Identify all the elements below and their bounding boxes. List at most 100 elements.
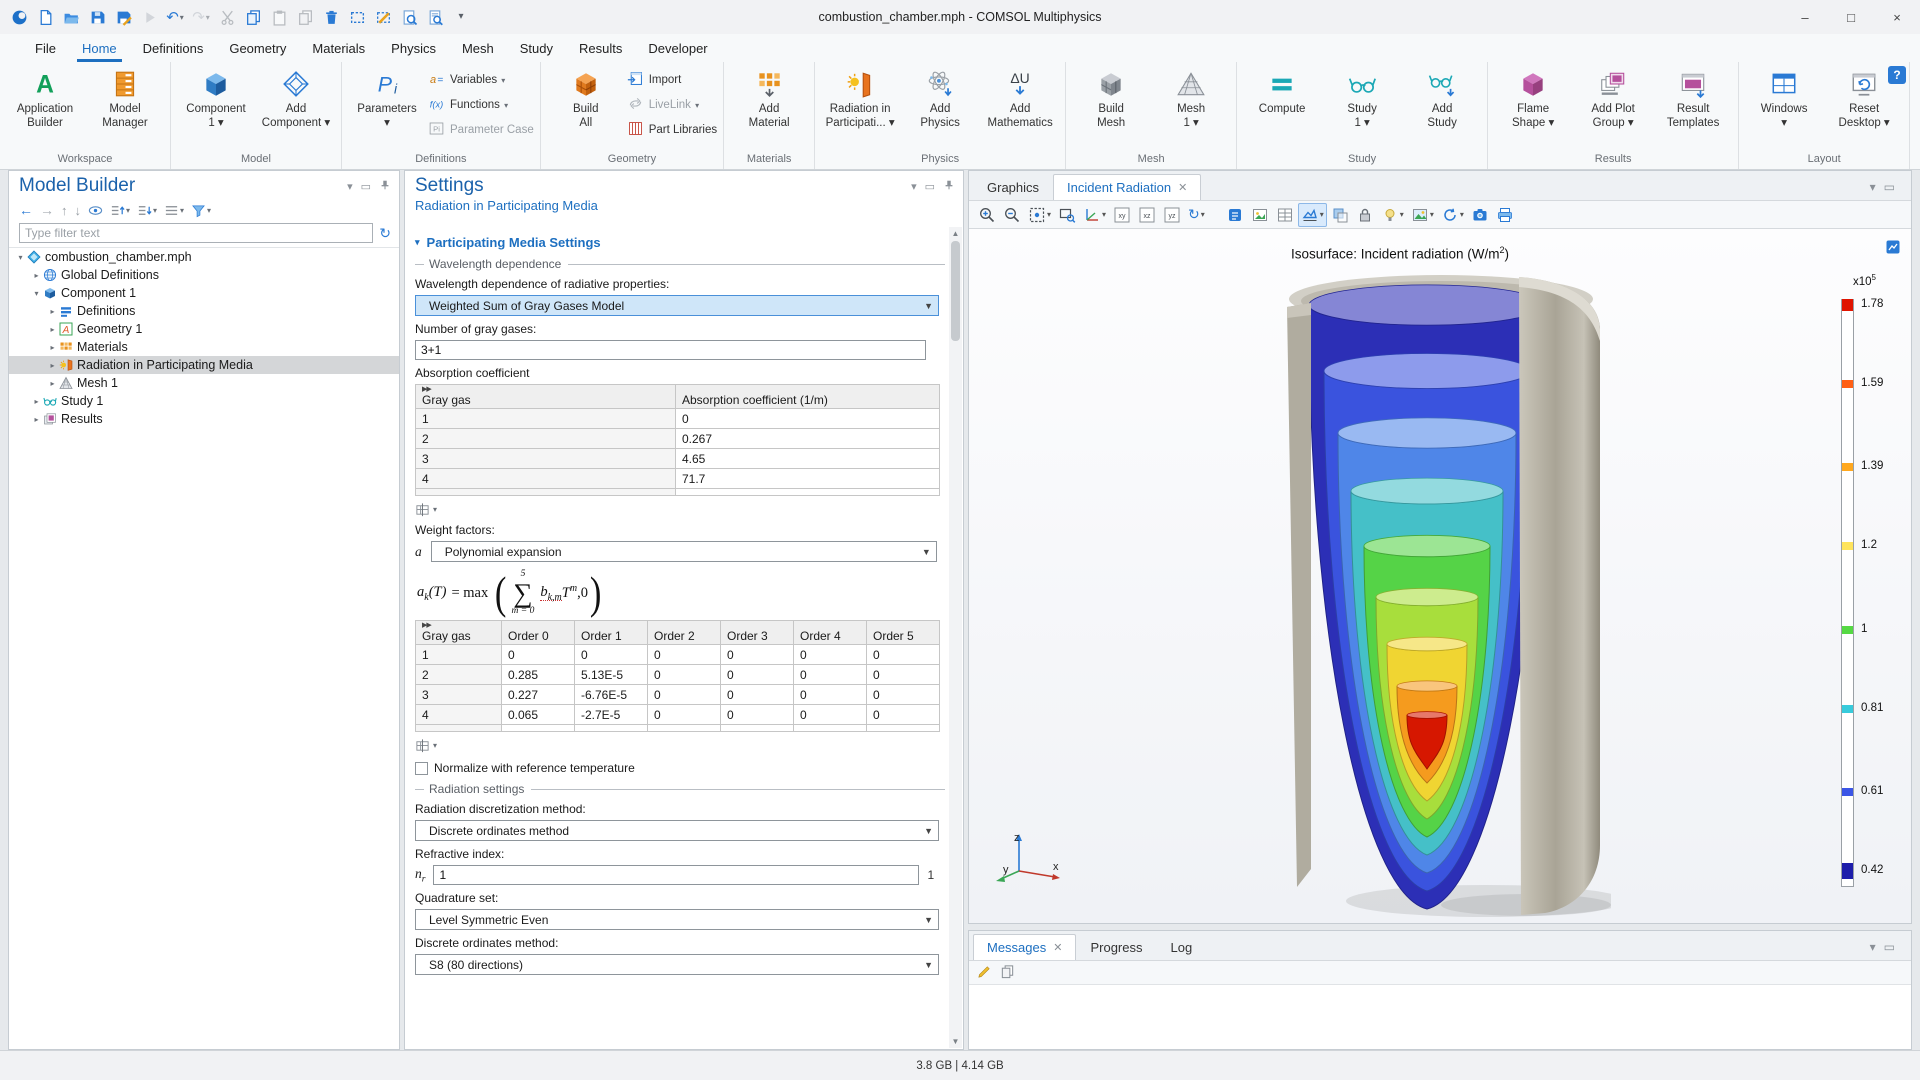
ribbon-build-all-button[interactable]: BuildAll <box>547 66 625 131</box>
column-header-order-5[interactable]: Order 5 <box>867 621 940 645</box>
plot-properties-icon[interactable] <box>1885 239 1901 255</box>
ribbon-parameters-button[interactable]: PiParameters▾ <box>348 66 426 131</box>
camera-snapshot-icon[interactable] <box>1468 203 1492 227</box>
move-up-icon[interactable]: ↑ <box>61 203 68 218</box>
nav-forward-icon[interactable]: → <box>40 202 54 218</box>
menu-tab-results[interactable]: Results <box>566 34 635 62</box>
ribbon-variables-button[interactable]: a=Variables ▾ <box>428 70 534 90</box>
ribbon-add-component-button[interactable]: AddComponent ▾ <box>257 66 335 131</box>
column-header-absorption-coefficient-1-m[interactable]: Absorption coefficient (1/m) <box>676 385 940 409</box>
tree-node-results[interactable]: ▸Results <box>9 410 399 428</box>
filter-icon[interactable]: ▾ <box>191 203 211 218</box>
table-view-icon[interactable] <box>1273 203 1297 227</box>
ribbon-flame-shape-button[interactable]: FlameShape ▾ <box>1494 66 1572 131</box>
graphics-tab-incident-radiation[interactable]: Incident Radiation✕ <box>1053 174 1201 200</box>
table-row[interactable]: 40.065-2.7E-50000 <box>416 705 940 725</box>
ribbon-radiation-rpm-button[interactable]: Radiation inParticipati... ▾ <box>821 66 899 131</box>
filter-refresh-icon[interactable]: ↻ <box>379 225 391 242</box>
discretization-method-select[interactable]: Discrete ordinates method ▼ <box>415 820 939 841</box>
chevron-right-icon[interactable]: ▸ <box>47 343 58 352</box>
node-grouping-icon[interactable]: ▾ <box>164 203 184 218</box>
isosurface-3d-scene[interactable] <box>1281 269 1611 921</box>
column-header-order-0[interactable]: Order 0 <box>502 621 575 645</box>
ribbon-result-templates-button[interactable]: ResultTemplates <box>1654 66 1732 131</box>
ribbon-add-material-button[interactable]: AddMaterial <box>730 66 808 131</box>
view-mode-icon[interactable]: ▾ <box>1298 203 1327 227</box>
chevron-right-icon[interactable]: ▸ <box>47 307 58 316</box>
transparency-icon[interactable] <box>1328 203 1352 227</box>
new-file-icon[interactable] <box>34 6 56 28</box>
show-icon[interactable] <box>88 203 103 218</box>
table-row[interactable]: 471.7 <box>416 469 940 489</box>
panel-collapse-icon[interactable]: ▾ <box>1870 180 1876 194</box>
chevron-down-icon[interactable]: ▾ <box>31 289 42 298</box>
settings-scrollbar[interactable]: ▲ ▼ <box>949 227 962 1048</box>
ribbon-import-icon-button[interactable]: Import <box>627 70 717 90</box>
ribbon-part-libraries-button[interactable]: Part Libraries <box>627 120 717 140</box>
search-doc-icon[interactable] <box>424 6 446 28</box>
view-xz-icon[interactable]: xz <box>1135 203 1159 227</box>
lock-view-icon[interactable] <box>1353 203 1377 227</box>
normalize-checkbox[interactable] <box>415 762 428 775</box>
ordinates-method-select[interactable]: S8 (80 directions) ▼ <box>415 954 939 975</box>
panel-float-icon[interactable]: ▭ <box>925 180 935 193</box>
ribbon-component-button[interactable]: Component1 ▾ <box>177 66 255 131</box>
panel-float-icon[interactable]: ▭ <box>1884 940 1895 954</box>
scene-light-icon[interactable]: ▾ <box>1378 203 1407 227</box>
ribbon-add-plot-group-button[interactable]: Add PlotGroup ▾ <box>1574 66 1652 131</box>
copy-messages-icon[interactable] <box>1000 964 1015 982</box>
ribbon-livelink-button[interactable]: LiveLink ▾ <box>627 95 717 115</box>
tree-node-radiation-in-participating-media[interactable]: ▸Radiation in Participating Media <box>9 356 399 374</box>
table-toolbar-button[interactable]: ▾ <box>415 502 945 517</box>
column-header-order-2[interactable]: Order 2 <box>648 621 721 645</box>
chevron-right-icon[interactable]: ▸ <box>47 361 58 370</box>
undo-icon[interactable]: ↶▾ <box>164 6 186 28</box>
messages-tab-log[interactable]: Log <box>1157 934 1207 960</box>
chevron-down-icon[interactable]: ▾ <box>15 253 26 262</box>
update-scene-icon[interactable]: ▾ <box>1438 203 1467 227</box>
menu-tab-home[interactable]: Home <box>69 34 130 62</box>
ribbon-add-math-button[interactable]: ΔUAddMathematics <box>981 66 1059 131</box>
plot-area[interactable]: Isosurface: Incident radiation (W/m2) zy… <box>969 229 1911 923</box>
quadrature-set-select[interactable]: Level Symmetric Even ▼ <box>415 909 939 930</box>
table-toolbar-button[interactable]: ▾ <box>415 738 945 753</box>
comsol-logo-icon[interactable] <box>8 6 30 28</box>
table-row[interactable]: 34.65 <box>416 449 940 469</box>
delete-icon[interactable] <box>320 6 342 28</box>
chevron-right-icon[interactable]: ▸ <box>47 325 58 334</box>
zoom-selected-icon[interactable] <box>398 6 420 28</box>
menu-tab-physics[interactable]: Physics <box>378 34 449 62</box>
table-row[interactable]: 30.227-6.76E-50000 <box>416 685 940 705</box>
ribbon-build-mesh-button[interactable]: BuildMesh <box>1072 66 1150 131</box>
close-icon[interactable]: ✕ <box>1178 181 1187 194</box>
collapse-all-icon[interactable]: ▾ <box>137 203 157 218</box>
menu-tab-definitions[interactable]: Definitions <box>130 34 217 62</box>
copy-icon[interactable] <box>242 6 264 28</box>
minimize-button[interactable]: – <box>1782 0 1828 34</box>
move-down-icon[interactable]: ↓ <box>75 203 82 218</box>
ribbon-study1-button[interactable]: Study1 ▾ <box>1323 66 1401 131</box>
help-button[interactable]: ? <box>1888 66 1906 84</box>
expand-all-icon[interactable]: ▾ <box>110 203 130 218</box>
tree-filter-input[interactable] <box>19 223 373 243</box>
customize-toolbar-icon[interactable]: ▾ <box>450 6 472 28</box>
open-file-icon[interactable] <box>60 6 82 28</box>
refractive-index-input[interactable] <box>433 865 919 885</box>
menu-tab-developer[interactable]: Developer <box>635 34 720 62</box>
messages-tab-messages[interactable]: Messages✕ <box>973 934 1076 960</box>
tree-node-global-definitions[interactable]: ▸Global Definitions <box>9 266 399 284</box>
paste-icon[interactable] <box>268 6 290 28</box>
nav-back-icon[interactable]: ← <box>19 202 33 218</box>
menu-tab-file[interactable]: File <box>22 34 69 62</box>
zoom-in-icon[interactable] <box>975 203 999 227</box>
tree-node-study-1[interactable]: ▸Study 1 <box>9 392 399 410</box>
close-icon[interactable]: ✕ <box>1053 941 1062 954</box>
panel-float-icon[interactable]: ▭ <box>1884 180 1895 194</box>
show-legends-icon[interactable] <box>1223 203 1247 227</box>
tree-node-component-1[interactable]: ▾Component 1 <box>9 284 399 302</box>
duplicate-icon[interactable] <box>294 6 316 28</box>
chevron-right-icon[interactable]: ▸ <box>47 379 58 388</box>
zoom-extents-icon[interactable]: ▾ <box>1025 203 1054 227</box>
update-plot-icon[interactable]: ↻▾ <box>1185 203 1208 227</box>
new-message-icon[interactable] <box>977 964 992 982</box>
